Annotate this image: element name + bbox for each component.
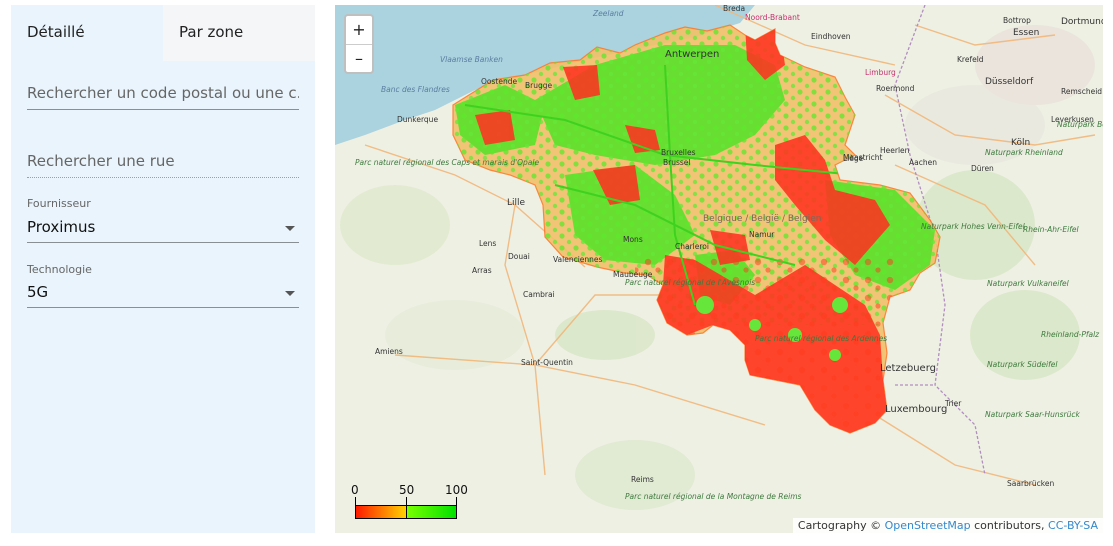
place-label: Breda: [723, 5, 745, 13]
place-label: Amiens: [375, 347, 403, 356]
place-label: Lille: [507, 198, 526, 208]
technology-value: 5G: [27, 283, 49, 301]
legend-divider: [456, 497, 457, 519]
place-label: Cambrai: [523, 290, 555, 299]
place-label: Banc des Flandres: [381, 85, 450, 94]
place-label: Mons: [623, 235, 643, 244]
place-label: Saarbrücken: [1007, 479, 1054, 488]
place-label: Saint-Quentin: [521, 358, 573, 367]
place-label: Parc naturel régional des Caps et marais…: [355, 158, 539, 167]
street-search-input[interactable]: [27, 145, 299, 178]
place-label: Liège: [843, 154, 864, 163]
legend-divider: [406, 497, 407, 519]
place-label: Parc naturel régional de la Montagne de …: [625, 492, 802, 501]
place-label: Trier: [944, 399, 962, 408]
place-label: Bottrop: [1003, 16, 1031, 25]
osm-link[interactable]: OpenStreetMap: [885, 519, 971, 532]
license-link[interactable]: CC-BY-SA: [1048, 519, 1098, 532]
zoom-control: + –: [344, 14, 374, 74]
zoom-in-button[interactable]: +: [346, 16, 372, 45]
place-label: Dortmund: [1061, 17, 1103, 27]
place-label: Düsseldorf: [985, 77, 1034, 87]
provider-label: Fournisseur: [27, 197, 91, 210]
place-label: Oostende: [481, 77, 517, 86]
place-label: Zeeland: [592, 9, 624, 18]
place-label: Naturpark Vulkaneifel: [987, 279, 1070, 288]
map-attribution: Cartography © OpenStreetMap contributors…: [792, 518, 1103, 533]
filter-panel: Détaillé Par zone Fournisseur Proximus T…: [11, 5, 315, 533]
place-label: Brussel: [663, 158, 691, 167]
place-label: Naturpark Rheinland: [985, 148, 1063, 157]
place-label: Krefeld: [957, 55, 984, 64]
place-label: Limburg: [865, 68, 896, 77]
place-label: Lens: [479, 239, 496, 248]
legend-tick: 100: [445, 483, 468, 497]
chevron-down-icon: [285, 226, 295, 231]
place-label: Heerlen: [880, 146, 910, 155]
place-label: Rhein-Ahr-Eifel: [1023, 225, 1079, 234]
place-label: Roermond: [876, 84, 915, 93]
place-label: Belgique / België / Belgien: [703, 214, 822, 224]
place-label: Vlaamse Banken: [440, 55, 503, 64]
place-label: Essen: [1013, 28, 1039, 38]
place-label: Parc naturel régional des Ardennes: [755, 334, 887, 343]
legend-tick: 50: [399, 483, 415, 497]
attribution-middle: contributors,: [974, 519, 1045, 532]
place-label: Namur: [749, 230, 775, 239]
place-label: Brugge: [525, 81, 553, 90]
place-label: Letzebuerg: [880, 363, 936, 374]
place-label: Naturpark Bergisches Land: [1057, 120, 1103, 129]
place-label: Reims: [631, 475, 654, 484]
place-label: Antwerpen: [665, 49, 719, 60]
place-label: Arras: [472, 266, 492, 275]
place-label: Naturpark Saar-Hunsrück: [985, 410, 1080, 419]
technology-select[interactable]: 5G: [27, 279, 299, 308]
coverage-legend: 0 50 100: [351, 483, 468, 523]
place-label: Valenciennes: [553, 255, 603, 264]
place-label: Dunkerque: [397, 115, 438, 124]
place-label: Douai: [508, 252, 530, 261]
legend-divider: [355, 497, 356, 519]
place-label: Naturpark Südeifel: [987, 360, 1058, 369]
map-canvas: Breda Noord-Brabant Eindhoven Bottrop Do…: [335, 5, 1103, 533]
place-label: Aachen: [909, 158, 937, 167]
tab-by-zone[interactable]: Par zone: [163, 5, 315, 61]
place-label: Rheinland-Pfalz: [1041, 330, 1100, 339]
place-label: Charleroi: [675, 242, 709, 251]
place-label: Köln: [1011, 138, 1030, 148]
place-label: Parc naturel régional de l'Avesnois: [625, 278, 755, 287]
place-label: Noord-Brabant: [745, 13, 800, 22]
postal-code-search-input[interactable]: [27, 77, 299, 110]
coverage-map[interactable]: Breda Noord-Brabant Eindhoven Bottrop Do…: [335, 5, 1103, 533]
legend-tick: 0: [351, 483, 359, 497]
place-label: Düren: [971, 164, 994, 173]
technology-label: Technologie: [27, 263, 92, 276]
attribution-prefix: Cartography ©: [797, 519, 882, 532]
zoom-out-button[interactable]: –: [346, 45, 372, 73]
chevron-down-icon: [285, 291, 295, 296]
place-label: Eindhoven: [811, 32, 851, 41]
place-label: Naturpark Hohes Venn-Eifel: [921, 222, 1026, 231]
provider-select[interactable]: Proximus: [27, 214, 299, 243]
place-label: Remscheid: [1061, 87, 1102, 96]
tab-detailed[interactable]: Détaillé: [11, 5, 163, 61]
place-label: Bruxelles: [661, 148, 696, 157]
provider-value: Proximus: [27, 218, 96, 236]
view-tabs: Détaillé Par zone: [11, 5, 315, 61]
place-label: Luxembourg: [885, 404, 947, 415]
